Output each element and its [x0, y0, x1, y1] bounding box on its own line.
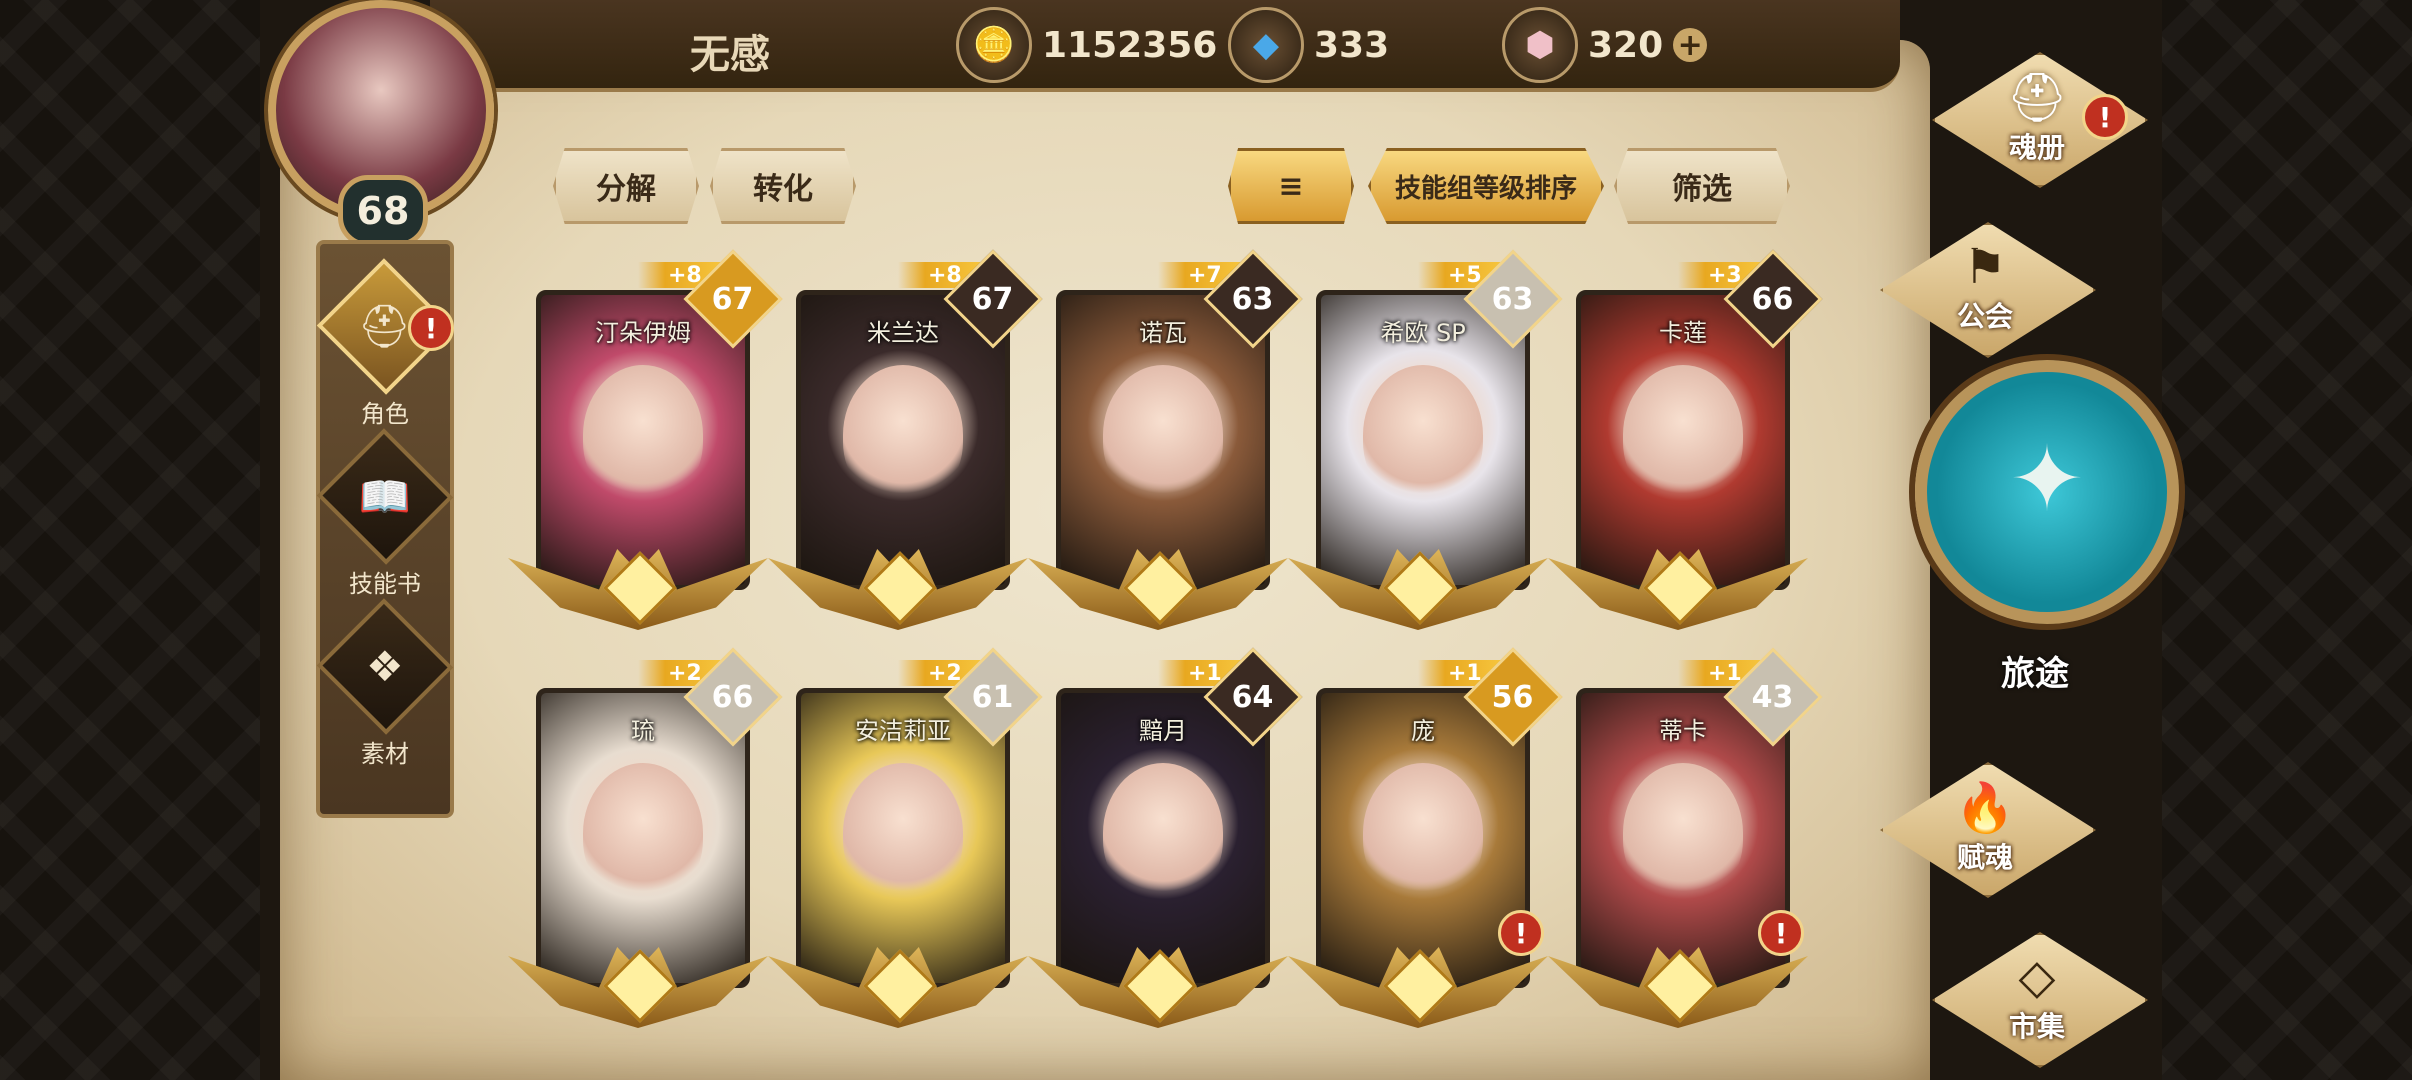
card-frame: 汀朵伊姆 [536, 290, 750, 590]
character-card[interactable]: 黯月 +1 64 [1028, 647, 1303, 1048]
guild-label: 公会 [1956, 300, 2013, 333]
card-alert-badge: ! [1498, 910, 1544, 956]
guild-button[interactable]: ⚑ 公会 [1880, 222, 2096, 358]
soul-book-label: 魂册 [2008, 130, 2065, 164]
card-frame: 庞 [1316, 688, 1530, 988]
card-alert-badge: ! [1758, 910, 1804, 956]
card-frame: 安洁莉亚 [796, 688, 1010, 988]
card-frame: 黯月 [1056, 688, 1270, 988]
material-icon: ❖ [366, 642, 404, 691]
crystal-counter: ◆ 333 [1228, 7, 1390, 83]
character-alert-badge: ! [408, 305, 454, 351]
diamond-icon: ◇ [2018, 949, 2056, 1005]
nav-item-skillbook[interactable]: 📖 技能书 [316, 428, 454, 599]
gem-value: 320 [1588, 24, 1664, 66]
pink-gem-icon: ⬢ [1502, 7, 1578, 83]
card-frame: 米兰达 [796, 290, 1010, 590]
card-frame: 卡莲 [1576, 290, 1790, 590]
card-frame: 蒂卡 [1576, 688, 1790, 988]
gem-counter: ⬢ 320 + [1502, 7, 1708, 83]
nav-item-material[interactable]: ❖ 素材 [316, 598, 454, 769]
sort-icon: ≡ [1278, 168, 1304, 204]
convert-button[interactable]: 转化 [710, 148, 856, 224]
journey-label: 旅途 [2001, 654, 2069, 694]
market-label: 市集 [2008, 1010, 2065, 1043]
card-frame: 希欧 SP [1316, 290, 1530, 590]
character-level: 61 [972, 679, 1014, 715]
character-level: 56 [1492, 679, 1534, 715]
filter-button[interactable]: 筛选 [1614, 148, 1790, 224]
helmet-icon: ⛑ [358, 301, 412, 351]
card-frame: 琉 [536, 688, 750, 988]
character-card[interactable]: 卡莲 +3 66 [1548, 249, 1823, 650]
character-card[interactable]: 米兰达 +8 67 [768, 249, 1043, 650]
gold-counter: 🪙 1152356 [956, 7, 1218, 83]
soul-book-alert-badge: ! [2082, 94, 2128, 140]
left-decor-panel [0, 0, 260, 1080]
nav-label-material: 素材 [361, 740, 409, 768]
character-card[interactable]: 希欧 SP +5 63 [1288, 249, 1563, 650]
player-level-badge: 68 [338, 175, 428, 247]
blue-crystal-icon: ◆ [1228, 7, 1304, 83]
character-card[interactable]: 蒂卡 +1 43 ! [1548, 647, 1823, 1048]
card-frame: 诺瓦 [1056, 290, 1270, 590]
journey-button[interactable]: ✦ 旅途 [1905, 360, 2179, 694]
nav-item-character[interactable]: ⛑ 角色 ! [316, 258, 454, 429]
decompose-button[interactable]: 分解 [553, 148, 699, 224]
player-name: 无感 [690, 32, 770, 78]
nav-label-skillbook: 技能书 [349, 570, 421, 598]
sort-by-skill-level-button[interactable]: 技能组等级排序 [1368, 148, 1604, 224]
soul-gift-label: 赋魂 [1956, 840, 2013, 874]
add-gem-button[interactable]: + [1673, 28, 1708, 63]
soul-gift-button[interactable]: 🔥 赋魂 [1880, 762, 2096, 898]
sort-order-button[interactable]: ≡ [1228, 148, 1354, 224]
journey-icon: ✦ [2009, 427, 2085, 532]
character-level: 64 [1232, 679, 1274, 715]
soul-book-button[interactable]: ⛑ 魂册 ! [1932, 52, 2148, 188]
soul-book-icon: ⛑ [2006, 69, 2068, 126]
flame-icon: 🔥 [1955, 779, 2015, 836]
market-button[interactable]: ◇ 市集 [1932, 932, 2148, 1068]
nav-label-character: 角色 [361, 400, 409, 428]
character-card[interactable]: 汀朵伊姆 +8 67 [508, 249, 783, 650]
player-avatar-frame[interactable]: 68 [248, 0, 518, 247]
left-nav: ⛑ 角色 ! 📖 技能书 ❖ 素材 [316, 240, 454, 818]
guild-icon: ⚑ [1963, 239, 2007, 295]
book-icon: 📖 [358, 471, 412, 521]
character-card[interactable]: 诺瓦 +7 63 [1028, 249, 1303, 650]
character-level: 67 [712, 281, 754, 317]
character-level: 67 [972, 281, 1014, 317]
character-card[interactable]: 庞 +1 56 ! [1288, 647, 1563, 1048]
gold-value: 1152356 [1042, 24, 1218, 66]
character-card[interactable]: 安洁莉亚 +2 61 [768, 647, 1043, 1048]
character-card[interactable]: 琉 +2 66 [508, 647, 783, 1048]
character-level: 63 [1492, 281, 1534, 317]
gold-coin-icon: 🪙 [956, 7, 1032, 83]
character-level: 63 [1232, 281, 1274, 317]
character-level: 43 [1752, 679, 1794, 715]
character-level: 66 [1752, 281, 1794, 317]
crystal-value: 333 [1314, 24, 1390, 66]
character-level: 66 [712, 679, 754, 715]
right-decor-panel [2162, 0, 2412, 1080]
